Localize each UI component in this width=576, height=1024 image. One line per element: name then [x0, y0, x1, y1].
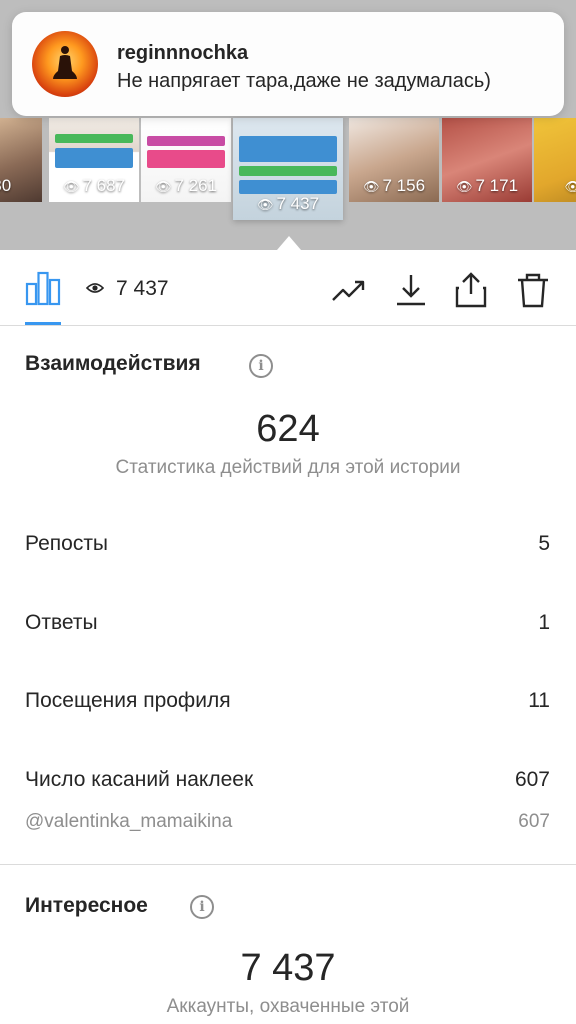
eye-icon: 👁	[362, 179, 380, 194]
story-text-block	[147, 150, 225, 168]
section-title-interactions: Взаимодействия	[25, 352, 201, 375]
story-views: 👁 7 687	[62, 176, 126, 195]
trend-icon[interactable]	[331, 272, 367, 308]
section-title-discovery: Интересное	[25, 894, 148, 917]
info-icon[interactable]: i	[190, 895, 214, 919]
story-views: 👁7	[534, 176, 576, 196]
row-label-replies: Ответы	[25, 611, 98, 634]
story-thumbnail[interactable]: 👁 7 171	[442, 118, 532, 202]
active-tab-indicator	[25, 322, 61, 325]
trash-icon[interactable]	[515, 272, 551, 308]
section-divider	[0, 864, 576, 865]
story-thumbnail[interactable]: 👁 7 261	[141, 118, 231, 202]
row-value-replies: 1	[538, 611, 550, 634]
row-label-profile-visits: Посещения профиля	[25, 689, 231, 712]
story-views: 👁 7 437	[256, 194, 320, 213]
story-views: 👁 7 156	[362, 176, 426, 195]
discovery-total: 7 437	[240, 947, 336, 989]
story-thumbnail[interactable]: 830	[0, 118, 42, 202]
story-sticker	[147, 136, 225, 146]
eye-icon: 👁	[455, 179, 473, 194]
share-icon[interactable]	[453, 272, 489, 308]
story-sticker	[55, 134, 133, 143]
sticker-mention-label: @valentinka_mamaikina	[25, 811, 233, 832]
notification-username: reginnnochka	[117, 42, 249, 64]
story-text-block	[55, 148, 133, 168]
avatar	[32, 31, 98, 97]
story-text-block	[239, 136, 337, 162]
story-thumbnail[interactable]: 👁 7 687	[49, 118, 139, 202]
views-count: 7 437	[116, 277, 169, 300]
row-label-reposts: Репосты	[25, 532, 109, 555]
notification-message: Не напрягает тара,даже не задумалась)	[117, 70, 491, 92]
meditation-silhouette-icon	[53, 46, 77, 79]
row-value-profile-visits: 11	[528, 689, 550, 712]
row-value-sticker-taps: 607	[514, 768, 550, 791]
discovery-caption: Аккаунты, охваченные этой	[166, 996, 410, 1017]
story-thumbnail-selected[interactable]: 👁 7 437	[233, 118, 343, 220]
row-value-reposts: 5	[538, 532, 550, 555]
story-text-block	[239, 180, 337, 194]
notification-banner[interactable]: reginnnochka Не напрягает тара,даже не з…	[12, 12, 564, 116]
row-label-sticker-taps: Число касаний наклеек	[25, 768, 254, 791]
story-toolbar: 7 437	[0, 250, 576, 326]
eye-icon: 👁	[256, 197, 274, 212]
interactions-caption: Статистика действий для этой истории	[115, 457, 461, 478]
story-thumbnail[interactable]: 👁7	[534, 118, 576, 202]
eye-icon	[86, 283, 104, 293]
info-icon[interactable]: i	[249, 354, 273, 378]
download-icon[interactable]	[393, 272, 429, 308]
eye-icon: 👁	[564, 179, 576, 194]
story-views: 👁 7 261	[154, 176, 218, 195]
selected-story-pointer	[277, 236, 301, 250]
eye-icon: 👁	[62, 179, 80, 194]
bar-chart-icon[interactable]	[25, 270, 61, 306]
sticker-mention-value: 607	[518, 811, 550, 832]
story-views: 830	[0, 176, 12, 195]
story-views: 👁 7 171	[455, 176, 519, 195]
interactions-total: 624	[256, 408, 320, 450]
story-thumbnail[interactable]: 👁 7 156	[349, 118, 439, 202]
story-sticker	[239, 166, 337, 176]
eye-icon: 👁	[154, 179, 172, 194]
